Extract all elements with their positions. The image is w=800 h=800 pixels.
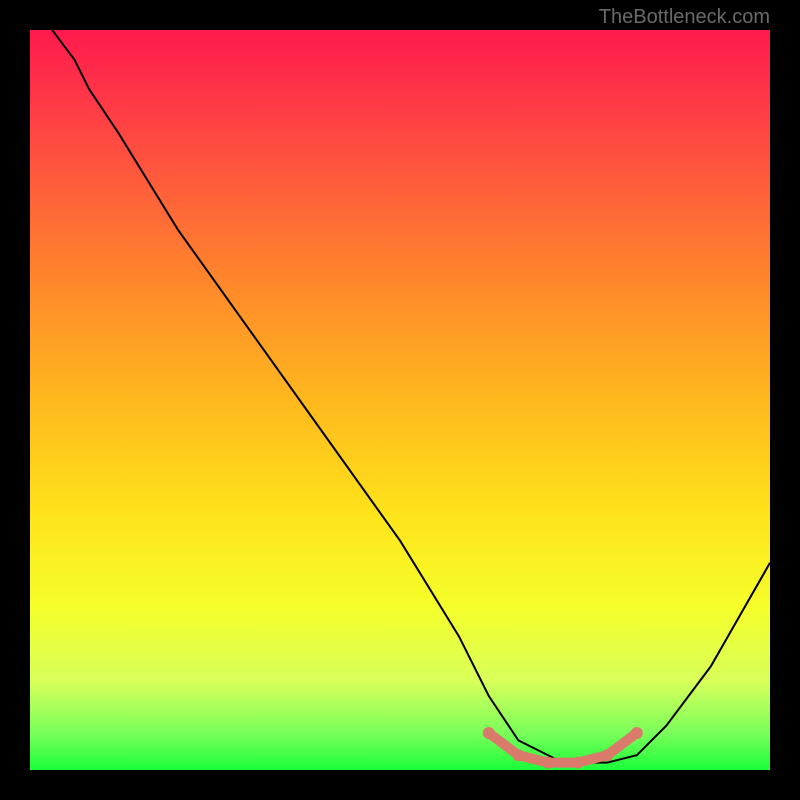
chart-gradient-area (30, 30, 770, 770)
chart-plot (30, 30, 770, 770)
highlight-dot (512, 749, 524, 761)
bottleneck-curve (52, 30, 770, 763)
highlight-segment (483, 727, 643, 769)
highlight-dot (572, 757, 584, 769)
attribution-label: TheBottleneck.com (599, 6, 770, 29)
highlight-dot (483, 727, 495, 739)
highlight-dot (542, 757, 554, 769)
highlight-dot (601, 749, 613, 761)
highlight-dot (631, 727, 643, 739)
